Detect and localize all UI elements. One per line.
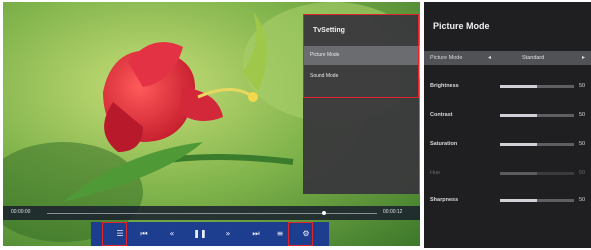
arrow-left-icon[interactable]: ◂ bbox=[488, 54, 491, 61]
contrast-label: Contrast bbox=[430, 112, 453, 118]
progress-track[interactable] bbox=[47, 213, 377, 214]
sharpness-value: 50 bbox=[579, 197, 586, 203]
saturation-value: 50 bbox=[579, 141, 586, 147]
skip-previous-icon[interactable]: ⏮ bbox=[136, 227, 152, 241]
highlight-box-settings bbox=[303, 14, 419, 98]
brightness-label: Brightness bbox=[430, 83, 459, 89]
saturation-label: Saturation bbox=[430, 141, 458, 147]
progress-knob[interactable] bbox=[322, 211, 327, 215]
brightness-slider[interactable] bbox=[500, 85, 574, 88]
hue-slider-fill bbox=[500, 172, 537, 175]
slider-row-contrast[interactable]: Contrast 50 bbox=[424, 109, 591, 121]
picture-mode-value: Standard bbox=[522, 55, 545, 61]
picture-mode-panel: Picture Mode Picture Mode ◂ Standard ▸ B… bbox=[424, 2, 591, 248]
slider-row-sharpness[interactable]: Sharpness 50 bbox=[424, 194, 591, 206]
rewind-icon[interactable]: « bbox=[164, 227, 180, 241]
sharpness-label: Sharpness bbox=[430, 197, 459, 203]
picture-mode-title: Picture Mode bbox=[433, 21, 490, 31]
brightness-slider-fill bbox=[500, 85, 537, 88]
picture-mode-selector[interactable]: Picture Mode ◂ Standard ▸ bbox=[424, 51, 591, 65]
skip-next-icon[interactable]: ⏭ bbox=[248, 227, 264, 241]
slider-row-brightness[interactable]: Brightness 50 bbox=[424, 80, 591, 92]
elapsed-time: 00:00:00 bbox=[11, 209, 31, 215]
arrow-right-icon[interactable]: ▸ bbox=[582, 54, 585, 61]
playback-progress: 00:00:00 00:00:12 bbox=[3, 206, 420, 220]
picture-mode-label: Picture Mode bbox=[430, 55, 463, 61]
contrast-slider-fill bbox=[500, 114, 537, 117]
hue-label: Hue bbox=[430, 170, 441, 176]
slider-row-saturation[interactable]: Saturation 50 bbox=[424, 138, 591, 150]
contrast-value: 50 bbox=[579, 112, 586, 118]
saturation-slider-fill bbox=[500, 143, 537, 146]
brightness-value: 50 bbox=[579, 83, 586, 89]
pause-icon[interactable]: ❚❚ bbox=[192, 227, 208, 241]
saturation-slider[interactable] bbox=[500, 143, 574, 146]
slider-row-hue: Hue 50 bbox=[424, 167, 591, 179]
hue-value: 50 bbox=[579, 170, 586, 176]
tv-screen: TvSetting Picture Mode Sound Mode 00:00:… bbox=[3, 2, 420, 246]
total-time: 00:00:12 bbox=[383, 209, 403, 215]
sharpness-slider-fill bbox=[500, 199, 537, 202]
fast-forward-icon[interactable]: » bbox=[220, 227, 236, 241]
list-icon[interactable]: ≡ bbox=[272, 227, 288, 241]
contrast-slider[interactable] bbox=[500, 114, 574, 117]
highlight-box-settings-icon bbox=[288, 222, 313, 246]
highlight-box-playlist bbox=[102, 222, 127, 246]
sharpness-slider[interactable] bbox=[500, 199, 574, 202]
hue-slider bbox=[500, 172, 574, 175]
